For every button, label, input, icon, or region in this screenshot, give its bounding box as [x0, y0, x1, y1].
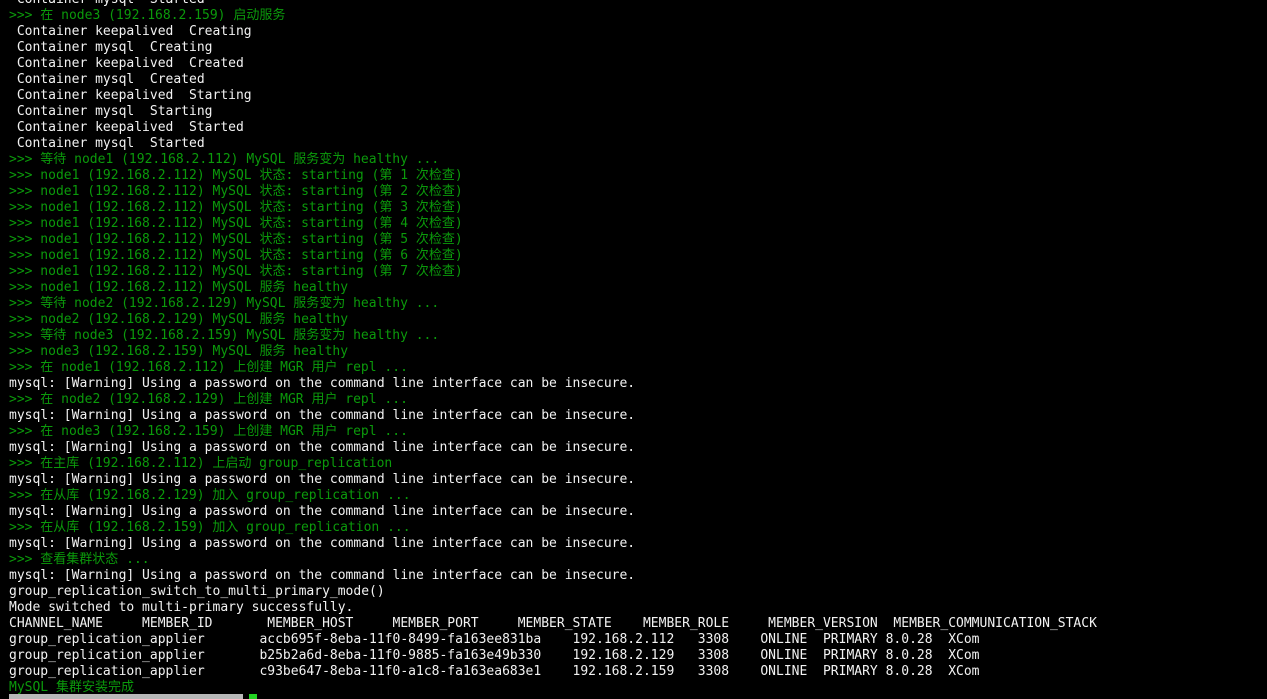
command-prompt — [9, 694, 243, 699]
terminal-line: >>> 在 node1 (192.168.2.112) 上创建 MGR 用户 r… — [9, 360, 408, 375]
terminal-line: mysql: [Warning] Using a password on the… — [9, 568, 636, 583]
terminal-line: >>> 在 node3 (192.168.2.159) 上创建 MGR 用户 r… — [9, 424, 408, 439]
terminal-line: Container keepalived Starting — [9, 88, 252, 103]
terminal-line: >>> 等待 node3 (192.168.2.159) MySQL 服务变为 … — [9, 328, 440, 343]
terminal-line: Container mysql Started — [9, 0, 1097, 8]
terminal-line: group_replication_switch_to_multi_primar… — [9, 584, 385, 599]
text-cursor — [249, 694, 257, 699]
terminal-line: Container mysql Creating — [9, 40, 213, 55]
terminal-line: >>> 在主库 (192.168.2.112) 上启动 group_replic… — [9, 456, 393, 471]
terminal-line: Mode switched to multi-primary successfu… — [9, 600, 354, 615]
terminal-line: >>> 在从库 (192.168.2.159) 加入 group_replica… — [9, 520, 411, 535]
terminal-line: >>> 查看集群状态 ... — [9, 552, 150, 567]
terminal-output: Container mysql Started>>> 在 node3 (192.… — [9, 0, 1097, 696]
terminal-line: group_replication_applier b25b2a6d-8eba-… — [9, 648, 980, 663]
terminal-line: >>> node1 (192.168.2.112) MySQL 服务 healt… — [9, 280, 349, 295]
terminal-line: mysql: [Warning] Using a password on the… — [9, 536, 636, 551]
terminal-line: Container mysql Created — [9, 72, 205, 87]
terminal-line: >>> node1 (192.168.2.112) MySQL 状态: star… — [9, 232, 463, 247]
terminal-line: >>> 等待 node1 (192.168.2.112) MySQL 服务变为 … — [9, 152, 440, 167]
terminal-line: >>> node2 (192.168.2.129) MySQL 服务 healt… — [9, 312, 349, 327]
terminal-line: mysql: [Warning] Using a password on the… — [9, 376, 636, 391]
terminal-line: mysql: [Warning] Using a password on the… — [9, 472, 636, 487]
terminal-line: >>> node1 (192.168.2.112) MySQL 状态: star… — [9, 216, 463, 231]
terminal-line: Container keepalived Started — [9, 120, 244, 135]
terminal-window[interactable]: Container mysql Started>>> 在 node3 (192.… — [0, 0, 1267, 699]
terminal-line: group_replication_applier accb695f-8eba-… — [9, 632, 980, 647]
terminal-line: mysql: [Warning] Using a password on the… — [9, 440, 636, 455]
terminal-line: >>> 在从库 (192.168.2.129) 加入 group_replica… — [9, 488, 411, 503]
terminal-line: >>> 等待 node2 (192.168.2.129) MySQL 服务变为 … — [9, 296, 440, 311]
terminal-line: mysql: [Warning] Using a password on the… — [9, 504, 636, 519]
terminal-line: >>> node1 (192.168.2.112) MySQL 状态: star… — [9, 168, 463, 183]
terminal-line: Container mysql Starting — [9, 104, 213, 119]
terminal-line: >>> node1 (192.168.2.112) MySQL 状态: star… — [9, 248, 463, 263]
terminal-line: >>> node3 (192.168.2.159) MySQL 服务 healt… — [9, 344, 349, 359]
terminal-line: >>> node1 (192.168.2.112) MySQL 状态: star… — [9, 264, 463, 279]
terminal-line: Container keepalived Creating — [9, 24, 252, 39]
terminal-line: >>> 在 node2 (192.168.2.129) 上创建 MGR 用户 r… — [9, 392, 408, 407]
terminal-line: group_replication_applier c93be647-8eba-… — [9, 664, 980, 679]
terminal-line: >>> node1 (192.168.2.112) MySQL 状态: star… — [9, 200, 463, 215]
terminal-line: >>> 在 node3 (192.168.2.159) 启动服务 — [9, 8, 286, 23]
terminal-line: >>> node1 (192.168.2.112) MySQL 状态: star… — [9, 184, 463, 199]
terminal-line: Container keepalived Created — [9, 56, 244, 71]
terminal-line: CHANNEL_NAME MEMBER_ID MEMBER_HOST MEMBE… — [9, 616, 1097, 631]
terminal-line: Container mysql Started — [9, 136, 205, 151]
terminal-line: mysql: [Warning] Using a password on the… — [9, 408, 636, 423]
